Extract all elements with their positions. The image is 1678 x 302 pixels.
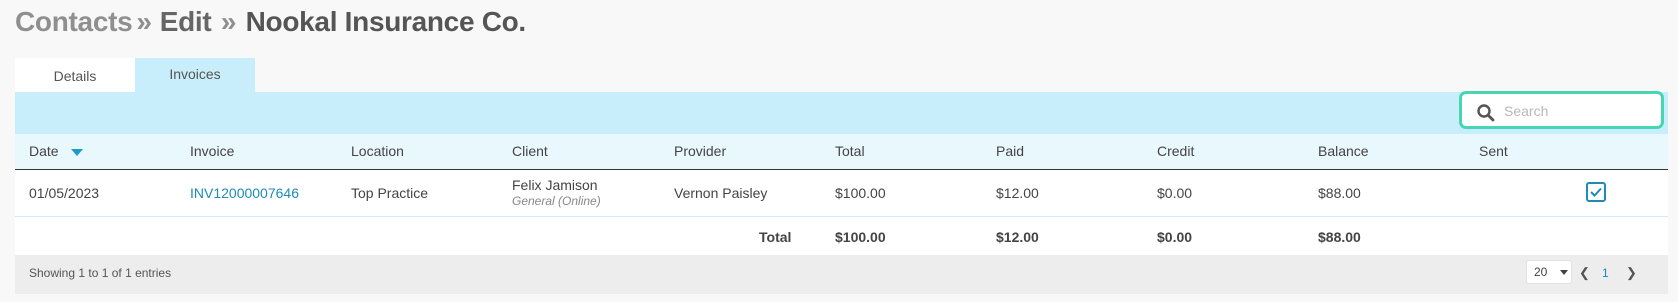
search-box[interactable]: [1459, 91, 1664, 129]
contact-name: Nookal Insurance Co.: [245, 6, 527, 37]
totals-balance: $88.00: [1318, 229, 1361, 245]
totals-paid: $12.00: [996, 229, 1039, 245]
cell-client-name: Felix Jamison: [512, 177, 598, 193]
totals-row: Total $100.00 $12.00 $0.00 $88.00: [15, 217, 1668, 257]
invoice-link[interactable]: INV12000007646: [190, 170, 299, 216]
page-title: Contacts» Edit » Nookal Insurance Co.: [15, 2, 526, 42]
breadcrumb-contacts[interactable]: Contacts: [15, 6, 133, 37]
cell-provider: Vernon Paisley: [674, 185, 768, 201]
totals-label: Total: [759, 229, 792, 245]
page-number[interactable]: 1: [1602, 255, 1609, 291]
page-size-value: 20: [1534, 265, 1548, 279]
cell-paid: $12.00: [996, 185, 1039, 201]
column-header-paid[interactable]: Paid: [996, 134, 1024, 169]
next-page-icon[interactable]: ❯: [1626, 255, 1637, 291]
cell-balance: $88.00: [1318, 185, 1361, 201]
cell-total: $100.00: [835, 185, 886, 201]
invoices-panel: Date Invoice Location Client Provider To…: [15, 91, 1668, 294]
column-header-provider[interactable]: Provider: [674, 134, 726, 169]
column-header-date[interactable]: Date: [29, 134, 59, 169]
table-header: Date Invoice Location Client Provider To…: [15, 134, 1668, 170]
table-footer: Showing 1 to 1 of 1 entries 20 ❮ 1 ❯: [15, 255, 1668, 294]
sent-checkbox[interactable]: [1586, 182, 1606, 202]
page-size-select[interactable]: 20: [1526, 260, 1572, 284]
tab-details[interactable]: Details: [15, 58, 135, 92]
column-header-sent[interactable]: Sent: [1479, 134, 1508, 169]
column-header-total[interactable]: Total: [835, 134, 865, 169]
totals-total: $100.00: [835, 229, 886, 245]
sort-desc-icon[interactable]: [71, 149, 83, 156]
cell-location: Top Practice: [351, 185, 429, 201]
tab-invoices[interactable]: Invoices: [135, 58, 255, 92]
checkbox-checked-icon: [1590, 187, 1602, 197]
table-row: 01/05/2023 INV12000007646 Top Practice F…: [15, 170, 1668, 217]
column-header-invoice[interactable]: Invoice: [190, 134, 234, 169]
column-header-credit[interactable]: Credit: [1157, 134, 1194, 169]
table-toolbar: [15, 91, 1668, 134]
cell-date: 01/05/2023: [29, 185, 100, 201]
entries-info: Showing 1 to 1 of 1 entries: [29, 266, 172, 280]
prev-page-icon[interactable]: ❮: [1579, 255, 1590, 291]
search-icon: [1477, 104, 1495, 122]
chevron-down-icon: [1560, 270, 1568, 275]
column-header-client[interactable]: Client: [512, 134, 548, 169]
breadcrumb-edit: Edit: [159, 6, 212, 37]
column-header-balance[interactable]: Balance: [1318, 134, 1369, 169]
breadcrumb-separator: »: [136, 6, 152, 37]
column-header-location[interactable]: Location: [351, 134, 404, 169]
totals-credit: $0.00: [1157, 229, 1193, 245]
search-input[interactable]: [1502, 99, 1656, 123]
cell-client-appointment-type: General (Online): [512, 194, 601, 208]
breadcrumb-separator: »: [220, 6, 237, 37]
cell-credit: $0.00: [1157, 185, 1193, 201]
